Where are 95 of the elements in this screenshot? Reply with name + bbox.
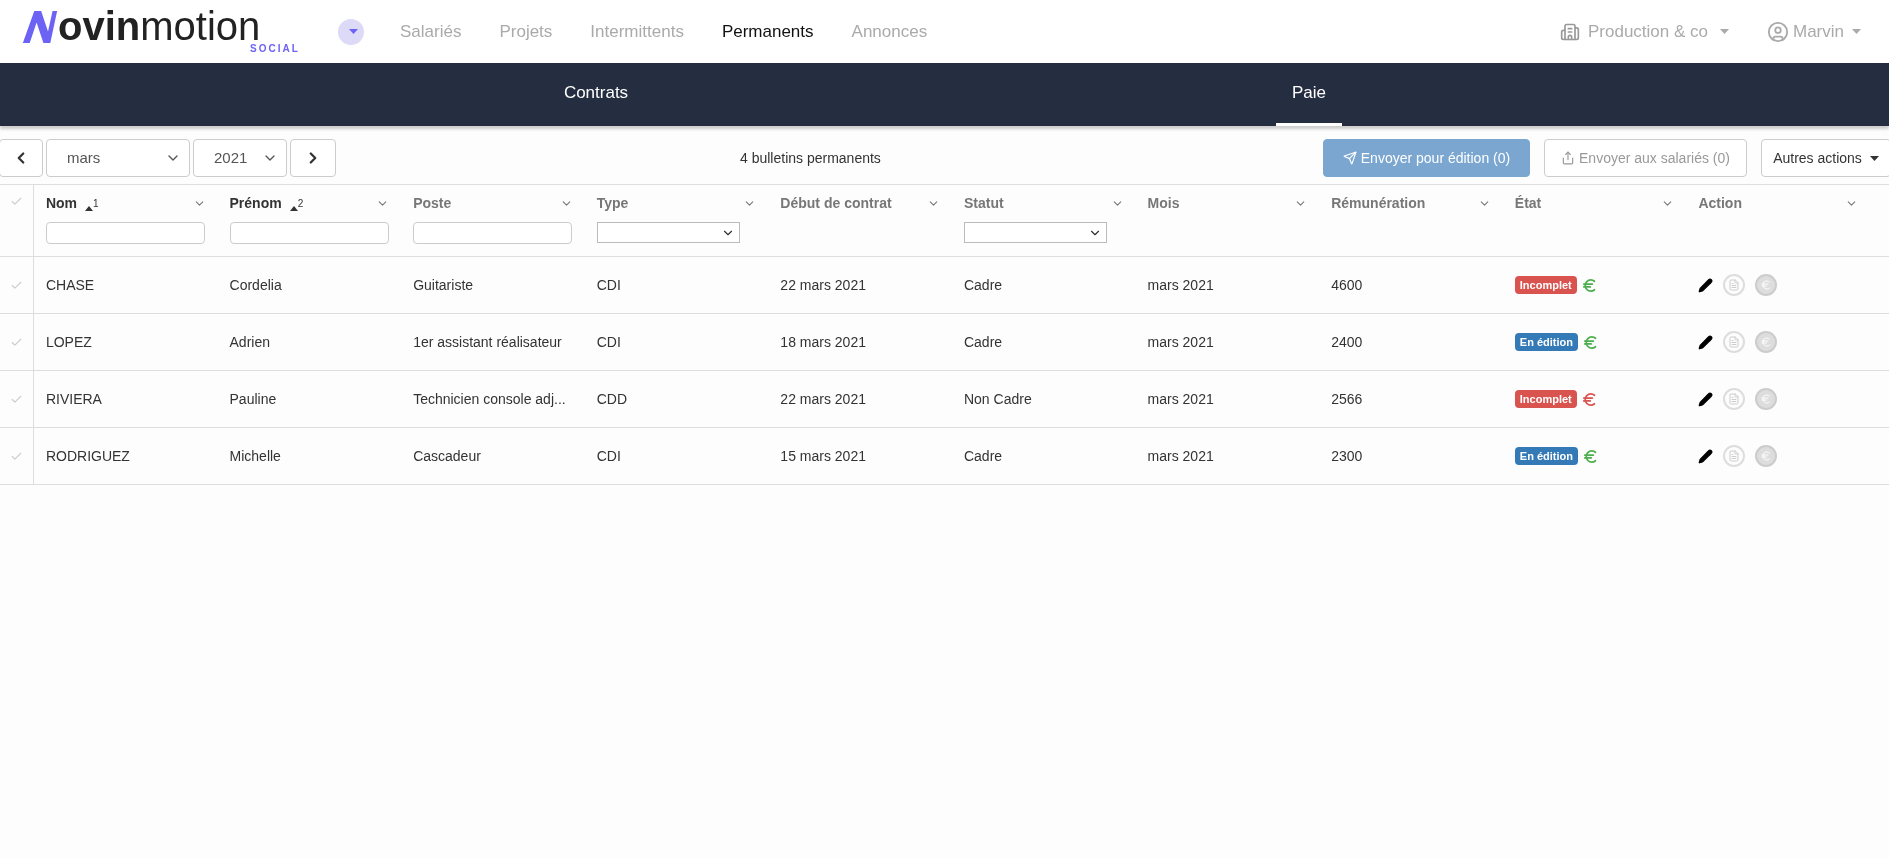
caret-icon [1852, 29, 1861, 34]
table-cell: mars 2021 [1147, 447, 1214, 464]
column-header[interactable]: Poste [413, 193, 452, 214]
column-header[interactable]: Rémunération [1331, 193, 1426, 214]
action-button[interactable]: Envoyer pour édition (0) [1323, 139, 1530, 177]
column-header[interactable]: Prénom [229, 193, 282, 214]
edit-icon[interactable] [1698, 334, 1714, 350]
action-button[interactable]: Envoyer aux salariés (0) [1544, 139, 1747, 177]
nav-link[interactable]: Permanents [721, 18, 814, 45]
caret-icon [1720, 29, 1729, 34]
user-icon [1767, 20, 1789, 43]
table-cell: CDI [596, 447, 621, 464]
caret-icon [1869, 155, 1879, 161]
table-cell: Adrien [229, 333, 270, 350]
document-icon[interactable] [1723, 388, 1746, 410]
table-cell: 2300 [1331, 447, 1363, 464]
column-header[interactable]: Statut [963, 193, 1004, 214]
subnav-tab[interactable]: Contrats [547, 63, 645, 126]
status-badge: En édition [1514, 332, 1578, 352]
table-cell: 2566 [1331, 390, 1363, 407]
column-header[interactable]: État [1514, 193, 1542, 214]
column-header[interactable]: Début de contrat [780, 193, 892, 214]
nav-link[interactable]: Intermittents [590, 18, 684, 45]
nav-link[interactable]: Annonces [851, 18, 928, 45]
column-header[interactable]: Action [1698, 193, 1742, 214]
table-cell: CDI [596, 333, 621, 350]
table-cell: RIVIERA [45, 390, 102, 407]
table-cell: 22 mars 2021 [780, 390, 866, 407]
table-cell: RODRIGUEZ [45, 447, 130, 464]
edit-icon[interactable] [1698, 277, 1714, 293]
share-icon [1561, 151, 1575, 165]
month-select[interactable]: mars [46, 139, 190, 177]
company-menu[interactable]: Production & co [1559, 18, 1729, 45]
coin-icon[interactable] [1755, 331, 1778, 353]
nav-link[interactable]: Salariés [400, 18, 462, 45]
nav-link[interactable]: Projets [499, 18, 553, 45]
year-select[interactable]: 2021 [193, 139, 287, 177]
table-cell: Cadre [963, 276, 1003, 293]
filter-field[interactable] [229, 222, 389, 244]
table-cell: Pauline [229, 390, 277, 407]
check-icon [9, 195, 23, 208]
filter-select[interactable] [963, 222, 1107, 243]
column-header[interactable]: Type [596, 193, 629, 214]
table-cell: Guitariste [413, 276, 474, 293]
table-cell: 18 mars 2021 [780, 333, 866, 350]
status-badge: En édition [1514, 446, 1578, 466]
logo-mark-icon [22, 10, 58, 43]
logo-tagline: SOCIAL [250, 42, 300, 55]
table-cell: 22 mars 2021 [780, 276, 866, 293]
table-cell: 1er assistant réalisateur [413, 333, 562, 350]
filter-field[interactable] [45, 222, 205, 244]
table-cell: mars 2021 [1147, 276, 1214, 293]
filter-select[interactable] [596, 222, 740, 243]
user-menu[interactable]: Marvin [1767, 18, 1861, 45]
status-badge: Incomplet [1514, 275, 1577, 295]
table-cell: 15 mars 2021 [780, 447, 866, 464]
table-cell: LOPEZ [45, 333, 92, 350]
next-button[interactable] [290, 139, 336, 177]
table-cell: Technicien console adj... [413, 390, 566, 407]
table-cell: 2400 [1331, 333, 1363, 350]
table-cell: CDD [596, 390, 628, 407]
sort-indicator: 2 [289, 196, 304, 211]
status-badge: Incomplet [1514, 389, 1577, 409]
table-cell: Cascadeur [413, 447, 481, 464]
logo-text: ovinmotion [58, 8, 261, 43]
caret-icon [348, 29, 358, 34]
filter-field[interactable] [413, 222, 573, 244]
coin-icon[interactable] [1755, 388, 1778, 410]
document-icon[interactable] [1723, 274, 1746, 296]
document-icon[interactable] [1723, 331, 1746, 353]
document-icon[interactable] [1723, 445, 1746, 467]
subnav-tab[interactable]: Paie [1276, 63, 1342, 126]
table-cell: mars 2021 [1147, 333, 1214, 350]
building-icon [1559, 21, 1580, 42]
sort-indicator: 1 [85, 196, 99, 211]
column-header[interactable]: Nom [45, 193, 78, 214]
table-cell: Cordelia [229, 276, 282, 293]
table-cell: Cadre [963, 333, 1003, 350]
table-cell: mars 2021 [1147, 390, 1214, 407]
send-icon [1342, 151, 1357, 165]
table-cell: Non Cadre [963, 390, 1032, 407]
bulletin-count: 4 bulletins permanents [740, 148, 881, 168]
coin-icon[interactable] [1755, 274, 1778, 296]
table-cell: CDI [596, 276, 621, 293]
previous-button[interactable] [0, 139, 43, 177]
table-cell: CHASE [45, 276, 95, 293]
dropdown-toggle[interactable] [338, 18, 364, 45]
action-button[interactable]: Autres actions [1761, 139, 1889, 177]
edit-icon[interactable] [1698, 448, 1714, 464]
table-cell: 4600 [1331, 276, 1363, 293]
table-cell: Michelle [229, 447, 281, 464]
column-header[interactable]: Mois [1147, 193, 1180, 214]
table-cell: Cadre [963, 447, 1003, 464]
coin-icon[interactable] [1755, 445, 1778, 467]
edit-icon[interactable] [1698, 391, 1714, 407]
